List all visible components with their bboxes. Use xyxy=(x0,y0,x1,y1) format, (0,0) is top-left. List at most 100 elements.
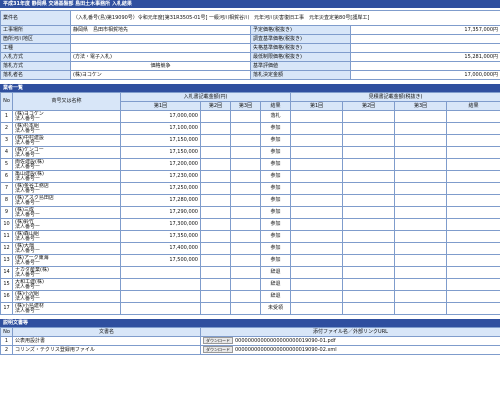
bid-result: 参加 xyxy=(259,218,292,231)
info-table: 業件名 （入札番号(島)第19090号）令和元年度[第31R3505-01号] 一… xyxy=(0,10,500,80)
bidder-corp-number: 法人番号ー xyxy=(15,199,41,206)
bidder-corp-number: 法人番号ー xyxy=(15,259,41,266)
table-row: 5 両佐建設(株) 法人番号ー 17,200,000 参加 xyxy=(0,158,500,171)
download-button[interactable]: ダウンロード xyxy=(203,337,233,344)
bidders-section-title: 業者一覧 xyxy=(0,84,500,92)
estimate-cell xyxy=(394,182,448,195)
estimate-cell xyxy=(394,278,448,291)
doc-file-cell: ダウンロード 00000000000000000000019090-02.xml xyxy=(200,345,500,355)
page-title: 平成31年度 静岡県 交通基盤部 島田土木事務所 入札結果 xyxy=(0,0,500,8)
estimate-cell xyxy=(342,218,396,231)
bid-round2-amount xyxy=(200,302,231,315)
bidder-no: 13 xyxy=(0,254,13,267)
bid-result: 辞退 xyxy=(259,278,292,291)
estimate-cell xyxy=(446,290,500,303)
info-value: (株)ヨコケン xyxy=(70,70,251,80)
info-label: 落札者名 xyxy=(0,70,71,80)
info-row: 箇所河川地区 調査基準価格(税抜き) xyxy=(0,34,500,44)
estimate-cell xyxy=(342,110,396,123)
bid-result: 参加 xyxy=(259,182,292,195)
download-button[interactable]: ダウンロード xyxy=(203,346,233,353)
bid-round1-amount xyxy=(120,290,201,303)
estimate-cell xyxy=(290,242,344,255)
bid-round1-amount: 17,500,000 xyxy=(120,254,201,267)
bidders-table: No 商号又は名称 入札書記載金額(円) 見積書記載金額(税抜き) 第1回 第2… xyxy=(0,92,500,315)
estimate-cell xyxy=(446,110,500,123)
bid-result: 参加 xyxy=(259,206,292,219)
bidder-no: 15 xyxy=(0,278,13,291)
bid-round2-amount xyxy=(200,182,231,195)
bidder-corp-number: 法人番号ー xyxy=(15,307,41,314)
est-round2-header: 第2回 xyxy=(342,101,396,111)
bid-round2-header: 第2回 xyxy=(200,101,231,111)
est-round3-header: 第3回 xyxy=(394,101,448,111)
bidder-name-cell: 大和工建(株) 法人番号ー xyxy=(12,278,121,291)
estimate-cell xyxy=(446,218,500,231)
estimate-cell xyxy=(446,170,500,183)
bidder-no: 17 xyxy=(0,302,13,315)
bid-result: 参加 xyxy=(259,194,292,207)
estimate-cell xyxy=(394,122,448,135)
bidder-name-cell: (株)金谷工務店 法人番号ー xyxy=(12,182,121,195)
bidder-name-cell: (株)三成 法人番号ー xyxy=(12,206,121,219)
bidder-no: 12 xyxy=(0,242,13,255)
estimate-cell xyxy=(394,230,448,243)
bid-round3-amount xyxy=(230,158,261,171)
bidder-corp-number: 法人番号ー xyxy=(15,295,41,302)
info-value: (方法・電子入札) xyxy=(70,52,251,62)
info-row: 入札方式 (方法・電子入札) 最低制限価格(税抜き) 15,281,000円 xyxy=(0,52,500,62)
estimate-amount-group-header: 見積書記載金額(税抜き) xyxy=(290,92,500,102)
info-label: 落札方式 xyxy=(0,61,71,71)
table-row: 3 (株)中村建設 法人番号ー 17,150,000 参加 xyxy=(0,134,500,147)
estimate-cell xyxy=(342,242,396,255)
doc-file-header: 添付ファイル名／外部リンクURL xyxy=(200,327,500,337)
table-row: 6 亀山建設(株) 法人番号ー 17,230,000 参加 xyxy=(0,170,500,183)
bidder-corp-number: 法人番号ー xyxy=(15,247,41,254)
est-round1-header: 第1回 xyxy=(290,101,344,111)
bidder-corp-number: 法人番号ー xyxy=(15,283,41,290)
info-row: 工事場所 静岡県 島田市相賀地先 予定価格(税抜き) 17,357,000円 xyxy=(0,25,500,35)
estimate-cell xyxy=(290,278,344,291)
bid-round2-amount xyxy=(200,134,231,147)
info-label: 工事場所 xyxy=(0,25,71,35)
table-row: 14 ナカダ産業(株) 法人番号ー 辞退 xyxy=(0,266,500,279)
bid-result: 参加 xyxy=(259,122,292,135)
estimate-cell xyxy=(290,182,344,195)
bid-round1-amount: 17,100,000 xyxy=(120,122,201,135)
bid-round1-amount: 17,280,000 xyxy=(120,194,201,207)
bid-round3-amount xyxy=(230,206,261,219)
estimate-cell xyxy=(342,278,396,291)
table-row: 10 (株)鈴竹 法人番号ー 17,300,000 参加 xyxy=(0,218,500,231)
doc-file-cell: ダウンロード 00000000000000000000019090-01.pdf xyxy=(200,336,500,346)
bid-round3-header: 第3回 xyxy=(230,101,261,111)
estimate-cell xyxy=(446,302,500,315)
estimate-cell xyxy=(394,290,448,303)
bidder-name-cell: (株)アーク東海 法人番号ー xyxy=(12,254,121,267)
bid-round2-amount xyxy=(200,290,231,303)
bid-result: 参加 xyxy=(259,170,292,183)
doc-no: 2 xyxy=(0,345,13,355)
doc-no-header: No xyxy=(0,327,13,337)
info-value: 15,281,000円 xyxy=(349,52,500,62)
estimate-cell xyxy=(394,218,448,231)
bidder-name-cell: 亀山建設(株) 法人番号ー xyxy=(12,170,121,183)
info-value xyxy=(70,43,251,53)
estimate-cell xyxy=(446,182,500,195)
table-row: 4 (株)ケンコー 法人番号ー 17,150,000 参加 xyxy=(0,146,500,159)
doc-file-link[interactable]: 00000000000000000000019090-02.xml xyxy=(235,347,337,353)
doc-file-link[interactable]: 00000000000000000000019090-01.pdf xyxy=(235,338,336,344)
bidder-corp-number: 法人番号ー xyxy=(15,271,41,278)
table-row: 15 大和工建(株) 法人番号ー 辞退 xyxy=(0,278,500,291)
bidder-no: 7 xyxy=(0,182,13,195)
info-value: 17,357,000円 xyxy=(349,25,500,35)
bid-result: 落札 xyxy=(259,110,292,123)
estimate-cell xyxy=(394,158,448,171)
bid-round3-amount xyxy=(230,278,261,291)
estimate-cell xyxy=(342,206,396,219)
bid-result: 参加 xyxy=(259,242,292,255)
bidder-no: 16 xyxy=(0,290,13,303)
estimate-cell xyxy=(342,230,396,243)
estimate-cell xyxy=(290,170,344,183)
bid-round1-amount: 17,000,000 xyxy=(120,110,201,123)
bid-round1-amount: 17,150,000 xyxy=(120,134,201,147)
